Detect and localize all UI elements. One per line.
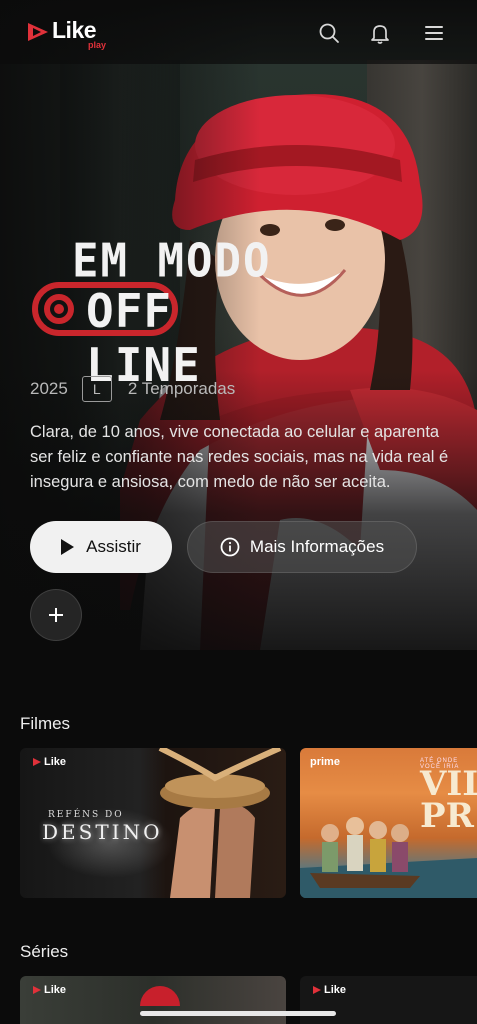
title-line-1: EM MODO — [72, 234, 272, 289]
series-card[interactable]: Like — [300, 976, 477, 1024]
movie-card-title-small: REFÉNS DO — [48, 810, 124, 820]
hero-title-logo: EM MODO OFF LINE — [30, 234, 280, 392]
menu-button[interactable] — [421, 20, 447, 46]
likeplay-logo-icon — [33, 758, 41, 766]
card-brand-badge: Like — [32, 756, 66, 768]
release-year: 2025 — [30, 379, 68, 398]
series-card[interactable]: Like — [20, 976, 286, 1024]
home-indicator[interactable] — [140, 1011, 336, 1016]
age-rating-badge: L — [81, 376, 112, 402]
card-brand-badge: Like — [32, 984, 66, 996]
movie-card[interactable]: Like REFÉNS DO DESTINO — [20, 748, 286, 898]
seasons-count: 2 Temporadas — [127, 379, 236, 398]
app-logo[interactable]: Like play — [26, 17, 106, 50]
search-button[interactable] — [316, 20, 342, 46]
watch-button-label: Assistir — [86, 537, 141, 556]
hero-meta: 2025 L 2 Temporadas — [30, 376, 235, 402]
bell-icon — [371, 25, 389, 44]
more-info-button[interactable]: Mais Informações — [187, 521, 417, 573]
movie-card-title: DESTINO — [42, 820, 163, 844]
series-card-artwork — [140, 986, 180, 1006]
record-icon — [44, 294, 74, 324]
plus-icon — [49, 608, 63, 622]
watch-button[interactable]: Assistir — [30, 521, 172, 573]
likeplay-logo-icon — [313, 986, 321, 994]
likeplay-logo-icon — [28, 23, 48, 41]
card-brand-badge: Like — [312, 984, 346, 996]
hero-banner: EM MODO OFF LINE 2025 L 2 Temporadas Cla… — [0, 0, 477, 690]
row-title-movies: Filmes — [20, 714, 71, 733]
add-to-list-button[interactable] — [30, 589, 82, 641]
likeplay-logo-icon — [33, 986, 41, 994]
logo-subtext: play — [88, 40, 107, 50]
info-icon — [220, 537, 240, 557]
movie-card[interactable]: prime ATÉ ONDE VOCÊ IRIA VILA PR — [300, 748, 477, 898]
top-app-bar: Like play — [0, 0, 477, 64]
movie-card-title: VILA PR — [420, 764, 477, 836]
row-title-series: Séries — [20, 942, 69, 961]
more-info-button-label: Mais Informações — [249, 537, 385, 556]
menu-icon — [425, 26, 443, 40]
logo-text: Like — [52, 17, 97, 43]
notifications-button[interactable] — [367, 20, 393, 46]
play-icon — [61, 539, 75, 555]
hero-synopsis: Clara, de 10 anos, vive conectada ao cel… — [30, 423, 449, 491]
prime-brand-label: prime — [310, 756, 340, 768]
search-icon — [319, 23, 339, 43]
